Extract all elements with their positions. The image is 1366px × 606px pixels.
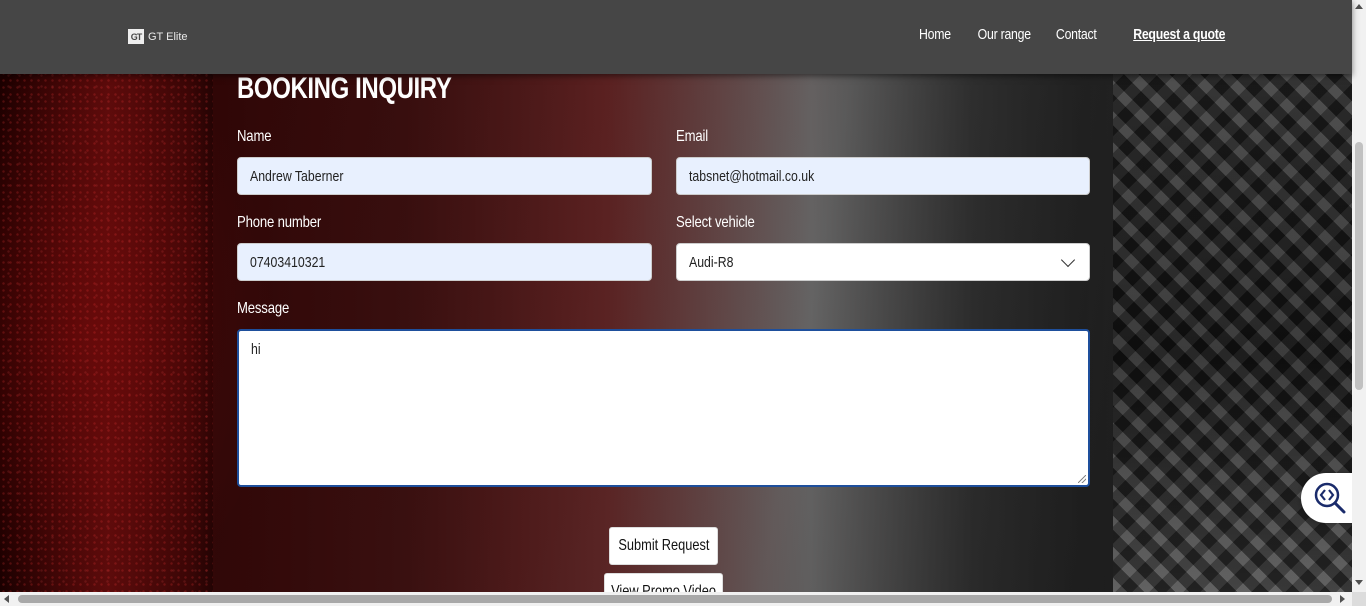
vertical-scroll-thumb[interactable] xyxy=(1355,142,1363,390)
scroll-right-icon[interactable] xyxy=(1340,595,1345,603)
name-label: Name xyxy=(237,128,272,145)
scroll-left-icon[interactable] xyxy=(4,595,9,603)
scroll-up-icon[interactable] xyxy=(1355,4,1363,9)
phone-field[interactable]: 07403410321 xyxy=(237,243,652,281)
horizontal-scrollbar[interactable] xyxy=(0,592,1352,606)
email-value: tabsnet@hotmail.co.uk xyxy=(689,167,815,185)
background-image xyxy=(0,0,1352,592)
vehicle-value: Audi-R8 xyxy=(689,253,734,271)
nav-link-home[interactable]: Home xyxy=(919,26,951,43)
logo-mark: GT xyxy=(128,29,144,44)
nav-link-our-range[interactable]: Our range xyxy=(978,26,1031,43)
promo-button-clip: View Promo Video xyxy=(604,573,723,592)
nav-link-contact[interactable]: Contact xyxy=(1056,26,1097,43)
vehicle-select[interactable]: Audi-R8 xyxy=(676,243,1090,281)
name-value: Andrew Taberner xyxy=(250,167,344,185)
resize-handle-icon[interactable] xyxy=(1078,475,1086,483)
message-label: Message xyxy=(237,300,290,317)
vehicle-label: Select vehicle xyxy=(676,214,755,231)
navbar: GT GT Elite Home Our range Contact Reque… xyxy=(0,0,1352,74)
zoom-code-icon xyxy=(1314,482,1346,514)
logo-text: GT Elite xyxy=(148,30,188,43)
phone-value: 07403410321 xyxy=(250,253,326,271)
nav-link-request-quote[interactable]: Request a quote xyxy=(1133,26,1225,43)
view-promo-video-label: View Promo Video xyxy=(611,583,716,592)
logo[interactable]: GT GT Elite xyxy=(128,29,188,44)
zoom-code-widget[interactable] xyxy=(1301,473,1359,523)
chevron-down-icon xyxy=(1060,252,1076,267)
message-value: hi xyxy=(251,341,261,358)
phone-label: Phone number xyxy=(237,214,322,231)
scrollbar-corner xyxy=(1352,592,1366,606)
nav-links: Home Our range Contact Request a quote xyxy=(912,26,1226,43)
submit-request-label: Submit Request xyxy=(617,537,710,554)
view-promo-video-button[interactable]: View Promo Video xyxy=(604,573,723,592)
submit-request-button[interactable]: Submit Request xyxy=(609,527,718,565)
horizontal-scroll-thumb[interactable] xyxy=(18,595,1332,603)
scroll-down-icon[interactable] xyxy=(1355,580,1363,585)
page-title: BOOKING INQUIRY xyxy=(237,72,452,105)
email-label: Email xyxy=(676,128,708,145)
message-textarea[interactable]: hi xyxy=(237,329,1090,487)
email-field[interactable]: tabsnet@hotmail.co.uk xyxy=(676,157,1090,195)
vertical-scrollbar[interactable] xyxy=(1352,0,1366,592)
name-field[interactable]: Andrew Taberner xyxy=(237,157,652,195)
background-speckle xyxy=(0,0,213,592)
